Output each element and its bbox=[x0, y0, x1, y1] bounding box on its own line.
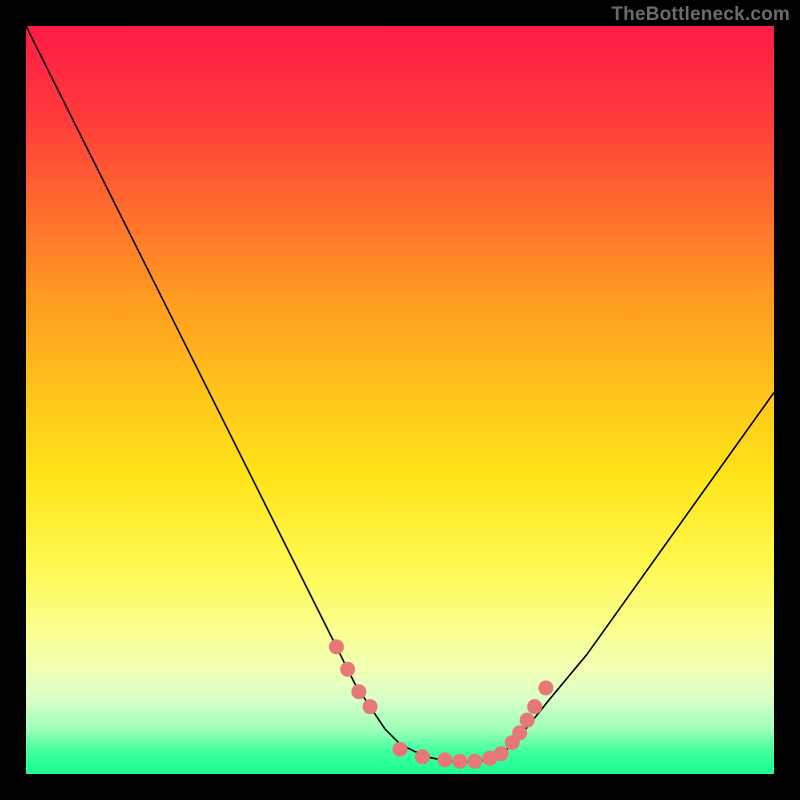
chart-plot-area bbox=[26, 26, 774, 774]
highlight-dot bbox=[363, 700, 377, 714]
highlight-dot bbox=[438, 753, 452, 767]
highlight-dot bbox=[352, 685, 366, 699]
chart-stage: TheBottleneck.com bbox=[0, 0, 800, 800]
highlight-dot bbox=[539, 681, 553, 695]
highlight-dots-group bbox=[329, 640, 552, 768]
highlight-dot bbox=[513, 726, 527, 740]
highlight-dot bbox=[393, 742, 407, 756]
highlight-dot bbox=[415, 750, 429, 764]
highlight-dot bbox=[453, 754, 467, 768]
highlight-dot bbox=[341, 662, 355, 676]
chart-svg bbox=[26, 26, 774, 774]
bottleneck-curve bbox=[26, 26, 774, 762]
watermark-text: TheBottleneck.com bbox=[611, 4, 790, 26]
highlight-dot bbox=[520, 713, 534, 727]
highlight-dot bbox=[329, 640, 343, 654]
highlight-dot bbox=[494, 747, 508, 761]
highlight-dot bbox=[468, 754, 482, 768]
highlight-dot bbox=[528, 700, 542, 714]
